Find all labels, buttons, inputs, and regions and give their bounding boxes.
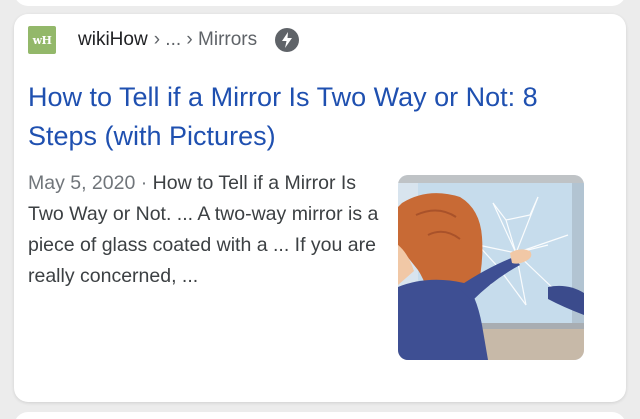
- site-name: wikiHow: [78, 29, 148, 50]
- result-source-row[interactable]: wH wikiHow › ... › Mirrors: [28, 26, 300, 54]
- lightning-bolt-icon: [275, 28, 300, 52]
- result-title-link[interactable]: How to Tell if a Mirror Is Two Way or No…: [28, 78, 588, 156]
- result-date: May 5, 2020: [28, 172, 136, 194]
- date-separator: ·: [135, 172, 153, 194]
- wikihow-favicon-icon: wH: [28, 26, 56, 54]
- next-result-card: [14, 412, 626, 419]
- result-thumbnail[interactable]: [398, 175, 584, 360]
- previous-result-card: [14, 0, 626, 6]
- breadcrumb: › ... › Mirrors: [153, 29, 258, 50]
- result-snippet: May 5, 2020 · How to Tell if a Mirror Is…: [28, 168, 380, 292]
